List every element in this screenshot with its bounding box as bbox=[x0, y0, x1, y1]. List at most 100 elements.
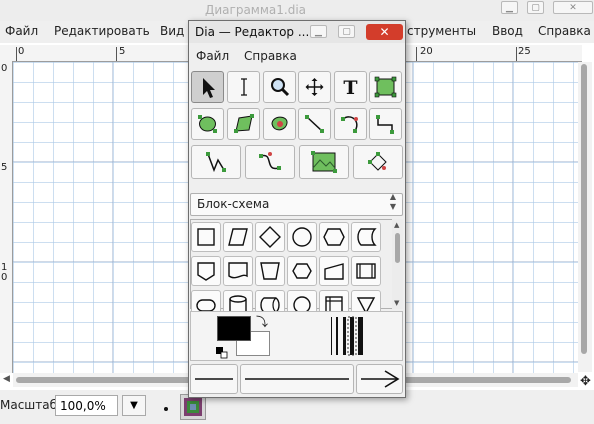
polygon-tool-icon bbox=[234, 114, 254, 133]
predefined-process-shape-icon bbox=[356, 263, 376, 279]
toolbox-close-button[interactable]: ✕ bbox=[366, 24, 403, 40]
toolbox-minimize-button[interactable]: ▁ bbox=[310, 25, 327, 38]
maximize-icon: ▢ bbox=[531, 3, 540, 13]
polygon-tool-button[interactable] bbox=[227, 108, 260, 140]
vertical-scrollbar-thumb[interactable] bbox=[581, 64, 587, 354]
shape-button[interactable] bbox=[255, 222, 285, 252]
pointer-tool-button[interactable] bbox=[191, 71, 224, 103]
line-width-selector[interactable] bbox=[326, 315, 372, 357]
image-tool-icon bbox=[311, 151, 337, 173]
image-tool-button[interactable] bbox=[299, 145, 349, 179]
menu-view[interactable]: Вид bbox=[160, 24, 184, 38]
ellipse-tool-icon bbox=[198, 115, 217, 133]
zigzag-tool-button[interactable] bbox=[369, 108, 402, 140]
maximize-button[interactable]: ▢ bbox=[527, 1, 544, 14]
preparation-shape-icon bbox=[292, 263, 312, 279]
beziergon-tool-button[interactable] bbox=[263, 108, 296, 140]
foreground-color-swatch[interactable] bbox=[217, 316, 251, 341]
shape-button[interactable] bbox=[191, 256, 221, 286]
shape-button[interactable] bbox=[223, 222, 253, 252]
toolbox-menu-help[interactable]: Справка bbox=[244, 49, 297, 63]
shape-button[interactable] bbox=[351, 256, 381, 286]
close-button[interactable]: ✕ bbox=[553, 1, 593, 14]
magnify-tool-icon bbox=[271, 78, 290, 97]
minimize-button[interactable]: ▁ bbox=[501, 1, 518, 14]
line-style-selector[interactable] bbox=[240, 364, 354, 394]
text-edit-tool-button[interactable] bbox=[227, 71, 260, 103]
ruler-corner bbox=[0, 45, 12, 61]
manual-input-shape-icon bbox=[324, 263, 344, 280]
polyline-tool-button[interactable] bbox=[191, 145, 241, 179]
zigzag-tool-icon bbox=[376, 115, 394, 134]
toolbox-menu-file[interactable]: Файл bbox=[196, 49, 229, 63]
chevron-down-icon[interactable]: ▼ bbox=[394, 299, 399, 307]
shape-button[interactable] bbox=[351, 222, 381, 252]
box-tool-button[interactable] bbox=[369, 71, 402, 103]
toolbox-maximize-button[interactable]: ▢ bbox=[338, 25, 355, 38]
shape-button[interactable] bbox=[223, 256, 253, 286]
ruler-label: 0 bbox=[1, 63, 8, 74]
bezierline-tool-button[interactable] bbox=[245, 145, 295, 179]
svg-text:T: T bbox=[343, 77, 357, 99]
chevron-up-icon[interactable]: ▲ bbox=[394, 221, 399, 229]
shape-button[interactable] bbox=[287, 256, 317, 286]
box-tool-icon bbox=[374, 76, 397, 98]
sheet-selector-value: Блок-схема bbox=[197, 197, 270, 211]
minimize-icon: ▁ bbox=[506, 3, 513, 13]
chevron-down-icon: ▼ bbox=[389, 202, 397, 211]
line-tool-icon bbox=[305, 115, 324, 133]
line-style-icon bbox=[245, 378, 349, 380]
ellipse-tool-button[interactable] bbox=[191, 108, 224, 140]
snap-toggle[interactable] bbox=[158, 398, 174, 418]
arc-tool-button[interactable] bbox=[334, 108, 367, 140]
vertical-ruler: 0 5 1 0 bbox=[0, 61, 13, 373]
swap-colors-icon[interactable]: ⤵ bbox=[256, 313, 268, 330]
line-width-icon bbox=[331, 316, 363, 356]
layers-icon bbox=[184, 398, 202, 416]
menu-tools[interactable]: струменты bbox=[407, 24, 476, 38]
pointer-tool-icon bbox=[203, 78, 215, 98]
diamond-shape-icon bbox=[259, 226, 281, 248]
shape-button[interactable] bbox=[319, 222, 349, 252]
diagram-window-title: Диаграмма1.dia bbox=[205, 3, 307, 17]
ruler-label: 20 bbox=[420, 46, 433, 57]
polyline-tool-icon bbox=[206, 152, 226, 173]
default-colors-button[interactable] bbox=[216, 344, 228, 359]
magnify-tool-button[interactable] bbox=[263, 71, 296, 103]
end-arrow-selector[interactable] bbox=[356, 364, 403, 394]
start-arrow-selector[interactable] bbox=[190, 364, 238, 394]
zoom-input[interactable]: 100,0% bbox=[55, 395, 118, 416]
line-start-icon bbox=[195, 378, 233, 380]
ruler-label: 0 bbox=[18, 46, 25, 57]
ruler-label: 25 bbox=[518, 46, 531, 57]
zoom-dropdown-button[interactable]: ▼ bbox=[122, 395, 146, 416]
trapezoid-shape-icon bbox=[260, 262, 280, 280]
shapes-scrollbar-thumb[interactable] bbox=[395, 233, 400, 263]
outline-tool-button[interactable] bbox=[353, 145, 403, 179]
menu-edit[interactable]: Редактировать bbox=[54, 24, 150, 38]
chevron-down-icon: ▼ bbox=[130, 400, 138, 411]
rectangle-shape-icon bbox=[197, 228, 215, 246]
menu-file[interactable]: Файл bbox=[5, 24, 38, 38]
toolbox-title: Dia — Редактор ... bbox=[195, 25, 310, 39]
maximize-icon: ▢ bbox=[342, 27, 351, 37]
menu-insert[interactable]: Ввод bbox=[492, 24, 523, 38]
ruler-label: 0 bbox=[1, 272, 8, 283]
shape-button[interactable] bbox=[319, 256, 349, 286]
shape-button[interactable] bbox=[255, 256, 285, 286]
close-icon: ✕ bbox=[379, 25, 390, 39]
scroll-tool-button[interactable] bbox=[298, 71, 331, 103]
navigate-icon[interactable]: ✥ bbox=[580, 374, 591, 389]
line-tool-button[interactable] bbox=[298, 108, 331, 140]
text-tool-icon: T bbox=[343, 77, 357, 99]
sheet-selector-arrows[interactable]: ▲ ▼ bbox=[384, 192, 402, 216]
parallelogram-shape-icon bbox=[228, 228, 248, 246]
hexagon-shape-icon bbox=[323, 228, 345, 246]
shape-button[interactable] bbox=[191, 222, 221, 252]
menu-help[interactable]: Справка bbox=[538, 24, 591, 38]
shape-button[interactable] bbox=[287, 222, 317, 252]
scroll-left-icon[interactable]: ◀ bbox=[3, 374, 10, 384]
outline-tool-icon bbox=[368, 152, 387, 171]
arrow-end-icon bbox=[361, 370, 400, 388]
text-tool-button[interactable]: T bbox=[334, 71, 367, 103]
